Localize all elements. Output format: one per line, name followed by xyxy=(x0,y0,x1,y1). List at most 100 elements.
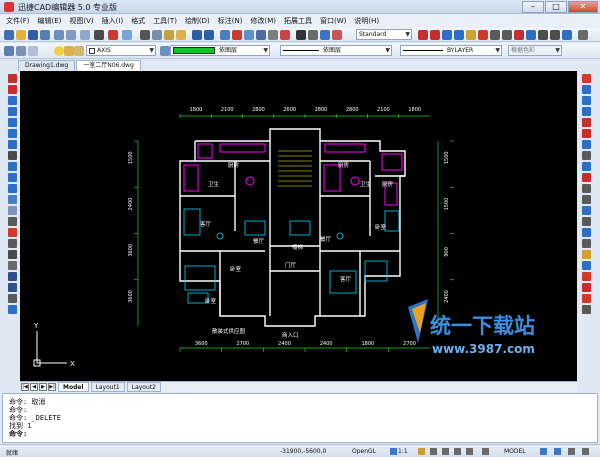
multileader-icon[interactable] xyxy=(332,30,342,40)
undo-icon[interactable] xyxy=(192,30,202,40)
break-icon[interactable] xyxy=(581,206,591,215)
otrack-toggle-icon[interactable] xyxy=(482,448,489,455)
dynamic-input-icon[interactable] xyxy=(554,448,561,455)
gradient-icon[interactable] xyxy=(7,239,17,248)
menu-view[interactable]: 视图(V) xyxy=(65,16,97,26)
lock-icon[interactable] xyxy=(74,46,84,56)
delete-icon[interactable] xyxy=(232,30,242,40)
move-icon[interactable] xyxy=(581,129,591,138)
hatch-icon[interactable] xyxy=(7,228,17,237)
move-icon[interactable] xyxy=(514,30,524,40)
layer-iso-icon[interactable] xyxy=(581,283,591,292)
arc-icon[interactable] xyxy=(454,30,464,40)
layer-state-icon[interactable] xyxy=(28,46,38,56)
annotation-scale-icon[interactable] xyxy=(390,448,397,455)
publish-icon[interactable] xyxy=(80,30,90,40)
make-block-icon[interactable] xyxy=(7,206,17,215)
open-file-icon[interactable] xyxy=(16,30,26,40)
command-input[interactable]: 命令: xyxy=(9,430,597,438)
region-icon[interactable] xyxy=(7,250,17,259)
offset-icon[interactable] xyxy=(581,107,591,116)
menu-draw[interactable]: 绘制(D) xyxy=(181,16,214,26)
make-current-icon[interactable] xyxy=(160,46,170,56)
zoom-realtime-icon[interactable] xyxy=(220,30,230,40)
snap-icon[interactable] xyxy=(466,30,476,40)
mirror-icon[interactable] xyxy=(581,96,591,105)
tool-palette-icon[interactable] xyxy=(268,30,278,40)
maximize-button[interactable]: □ xyxy=(545,1,567,13)
menu-edit[interactable]: 编辑(E) xyxy=(34,16,66,26)
settings-icon[interactable] xyxy=(568,448,575,455)
layer-previous-icon[interactable] xyxy=(16,46,26,56)
spline-icon[interactable] xyxy=(7,162,17,171)
multiline-text-icon[interactable] xyxy=(7,272,17,281)
match-icon[interactable] xyxy=(581,272,591,281)
rotate-icon[interactable] xyxy=(581,140,591,149)
insert-block-icon[interactable] xyxy=(7,195,17,204)
linetype-select[interactable]: 依图层 ▼ xyxy=(280,45,392,56)
stretch-icon[interactable] xyxy=(581,162,591,171)
fillet-icon[interactable] xyxy=(581,239,591,248)
tab-drawing1[interactable]: Drawing1.dwg xyxy=(18,60,76,71)
measure-icon[interactable] xyxy=(478,30,488,40)
grid-toggle-icon[interactable] xyxy=(430,448,437,455)
print-icon[interactable] xyxy=(54,30,64,40)
revision-cloud-icon[interactable] xyxy=(7,151,17,160)
sun-icon[interactable] xyxy=(64,46,74,56)
text-icon[interactable] xyxy=(7,283,17,292)
scale-icon[interactable] xyxy=(581,151,591,160)
lineweight-select[interactable]: BYLAYER ▼ xyxy=(400,45,502,56)
draw-order-icon[interactable] xyxy=(581,305,591,314)
text-style-select[interactable]: Standard ▼ xyxy=(356,29,412,40)
tab-model[interactable]: Model xyxy=(58,382,89,392)
array-icon[interactable] xyxy=(581,118,591,127)
rectangle-icon[interactable] xyxy=(7,118,17,127)
menu-window[interactable]: 窗口(W) xyxy=(316,16,350,26)
cad-icon[interactable] xyxy=(108,30,118,40)
osnap-toggle-icon[interactable] xyxy=(466,448,473,455)
arc-icon[interactable] xyxy=(7,129,17,138)
fullscreen-icon[interactable] xyxy=(582,448,589,455)
grid-icon[interactable] xyxy=(490,30,500,40)
color-select[interactable]: 依图层 ▼ xyxy=(170,45,270,56)
render-mode[interactable]: OpenGL xyxy=(352,448,376,455)
minimize-button[interactable]: – xyxy=(522,1,544,13)
save-as-icon[interactable] xyxy=(40,30,50,40)
chamfer-icon[interactable] xyxy=(581,228,591,237)
menu-insert[interactable]: 插入(I) xyxy=(98,16,128,26)
menu-file[interactable]: 文件(F) xyxy=(2,16,34,26)
menu-format[interactable]: 格式 xyxy=(127,16,149,26)
ray-icon[interactable] xyxy=(430,30,440,40)
properties-icon[interactable] xyxy=(581,261,591,270)
offset-icon[interactable] xyxy=(562,30,572,40)
ellipse-icon[interactable] xyxy=(7,173,17,182)
ortho-icon[interactable] xyxy=(502,30,512,40)
close-button[interactable]: ✕ xyxy=(568,1,598,13)
calculator-icon[interactable] xyxy=(280,30,290,40)
workspace-icon[interactable] xyxy=(418,448,425,455)
polyline-icon[interactable] xyxy=(7,96,17,105)
print-preview-icon[interactable] xyxy=(66,30,76,40)
break-at-point-icon[interactable] xyxy=(581,195,591,204)
join-icon[interactable] xyxy=(581,217,591,226)
match-properties-icon[interactable] xyxy=(176,30,186,40)
menu-modify[interactable]: 修改(M) xyxy=(247,16,281,26)
table-icon[interactable] xyxy=(7,261,17,270)
paste-icon[interactable] xyxy=(164,30,174,40)
copy-icon[interactable] xyxy=(152,30,162,40)
ray-icon[interactable] xyxy=(7,85,17,94)
explode-icon[interactable] xyxy=(581,250,591,259)
point-icon[interactable] xyxy=(7,217,17,226)
first-tab-button[interactable]: |◀ xyxy=(21,383,29,391)
menu-help[interactable]: 说明(H) xyxy=(350,16,383,26)
zoom-icon[interactable] xyxy=(94,30,104,40)
text-icon[interactable] xyxy=(296,30,306,40)
pan-icon[interactable] xyxy=(122,30,132,40)
annotation-scale[interactable]: 1:1 xyxy=(398,448,408,455)
next-tab-button[interactable]: ▶ xyxy=(39,383,47,391)
menu-extend-tools[interactable]: 拓展工具 xyxy=(280,16,316,26)
pan-icon[interactable] xyxy=(7,305,17,314)
polyline-icon[interactable] xyxy=(442,30,452,40)
last-tab-button[interactable]: ▶| xyxy=(48,383,56,391)
ellipse-arc-icon[interactable] xyxy=(7,184,17,193)
